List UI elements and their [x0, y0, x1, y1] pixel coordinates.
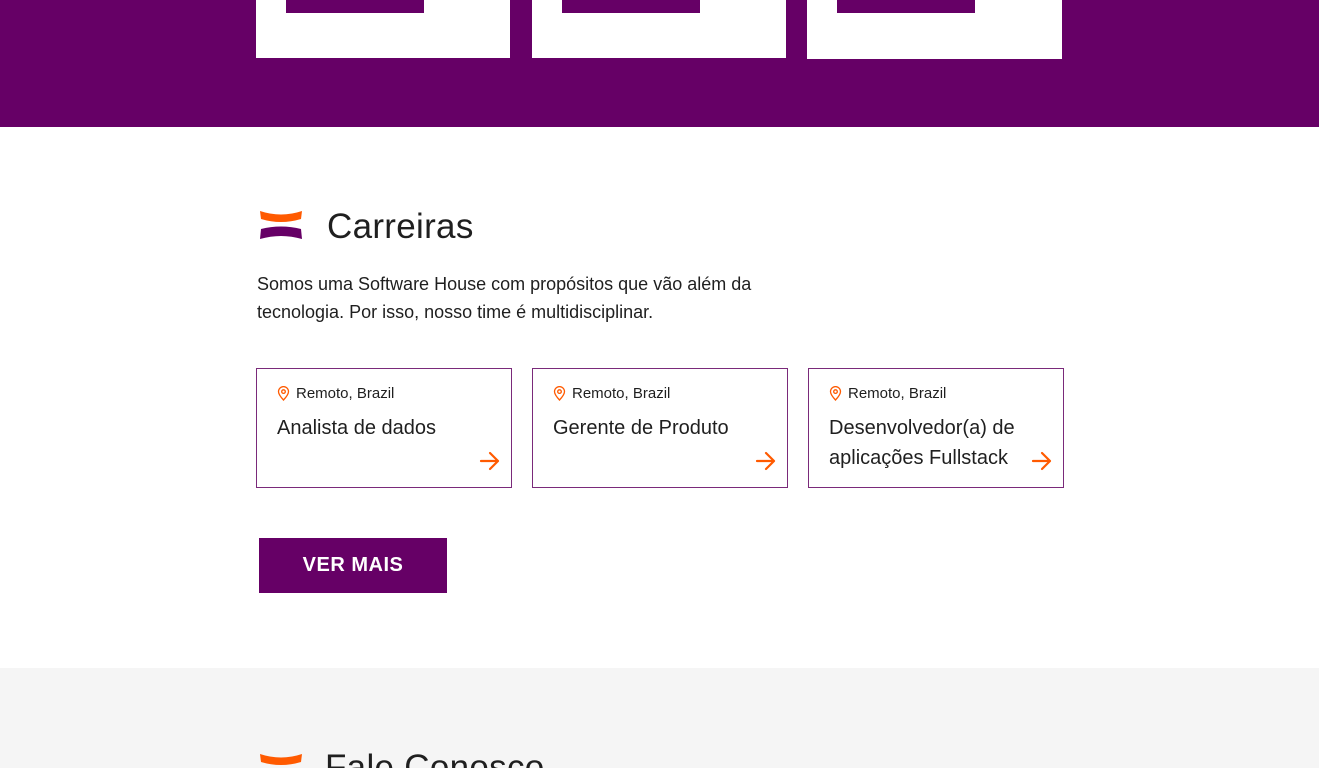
section-title: Fale Conosco — [325, 748, 545, 768]
map-pin-icon — [553, 386, 566, 401]
brand-arcs-icon — [260, 211, 302, 239]
contact-section: Fale Conosco — [0, 668, 1319, 768]
top-card-button[interactable] — [837, 0, 975, 13]
job-card[interactable]: Remoto, Brazil Gerente de Produto — [532, 368, 788, 488]
see-more-button[interactable]: VER MAIS — [259, 538, 447, 593]
section-title: Carreiras — [327, 207, 474, 246]
arrow-right-icon — [479, 451, 500, 471]
job-location-text: Remoto, Brazil — [296, 385, 395, 402]
job-title: Desenvolvedor(a) de aplicações Fullstack — [829, 417, 1015, 469]
top-card-button[interactable] — [286, 0, 424, 13]
brand-arcs-icon — [260, 754, 302, 765]
top-band — [0, 0, 1319, 127]
job-title: Gerente de Produto — [553, 417, 729, 439]
job-location-text: Remoto, Brazil — [572, 385, 671, 402]
arrow-right-icon — [755, 451, 776, 471]
map-pin-icon — [829, 386, 842, 401]
map-pin-icon — [277, 386, 290, 401]
job-location: Remoto, Brazil — [553, 385, 670, 402]
job-card[interactable]: Remoto, Brazil Desenvolvedor(a) de aplic… — [808, 368, 1064, 488]
job-location: Remoto, Brazil — [829, 385, 946, 402]
job-card[interactable]: Remoto, Brazil Analista de dados — [256, 368, 512, 488]
top-card — [532, 0, 786, 58]
job-location-text: Remoto, Brazil — [848, 385, 947, 402]
arrow-right-icon — [1031, 451, 1052, 471]
top-card-button[interactable] — [562, 0, 700, 13]
job-location: Remoto, Brazil — [277, 385, 394, 402]
top-card — [256, 0, 510, 58]
section-description: Somos uma Software House com propósitos … — [257, 274, 752, 322]
job-title: Analista de dados — [277, 417, 437, 439]
careers-section: Carreiras Somos uma Software House com p… — [0, 127, 1319, 668]
top-card — [807, 0, 1062, 59]
